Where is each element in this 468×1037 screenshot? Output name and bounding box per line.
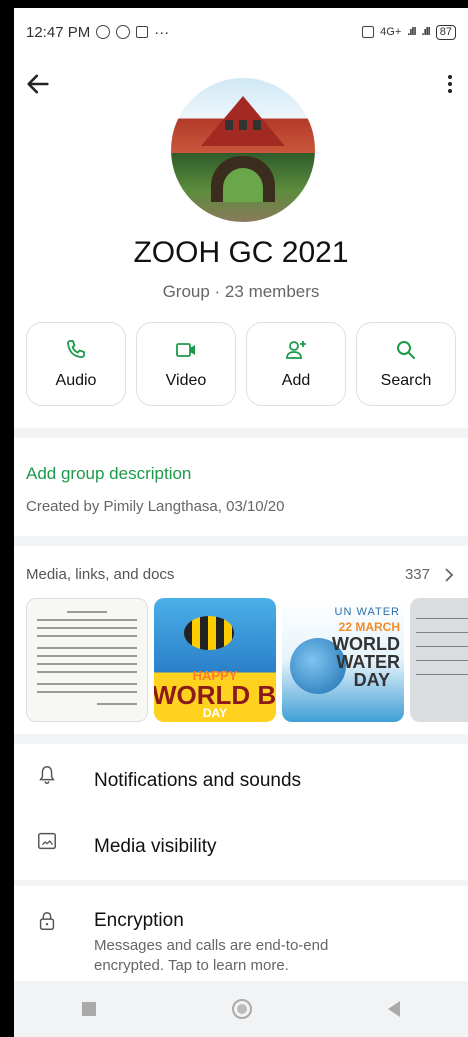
add-member-button[interactable]: Add	[246, 322, 346, 406]
phone-icon	[67, 340, 85, 358]
media-count: 337	[404, 566, 430, 583]
media-title: Media, links, and docs	[26, 566, 175, 583]
search-icon	[397, 341, 415, 359]
encryption-row[interactable]: Encryption Messages and calls are end-to…	[14, 906, 468, 978]
divider	[14, 734, 468, 744]
lock-icon	[39, 912, 55, 930]
thumb-text: UN WATER	[334, 606, 400, 618]
signal-2-icon: .ıll	[421, 26, 431, 38]
audio-label: Audio	[55, 372, 97, 389]
video-call-button[interactable]: Video	[136, 322, 236, 406]
play-status-icon	[116, 25, 131, 39]
battery-level: 87	[435, 24, 456, 40]
thumb-text: 22 MARCH	[338, 620, 400, 634]
back-nav-icon[interactable]	[388, 1001, 400, 1017]
bell-icon	[39, 766, 55, 784]
image-icon	[38, 832, 56, 850]
media-thumbnails: HAPPY WORLD BEE DAY UN WATER 22 MARCH WO…	[26, 598, 468, 722]
chevron-right-icon	[445, 567, 454, 582]
media-thumb-world-water-day[interactable]: UN WATER 22 MARCH WORLD WATER DAY	[282, 598, 404, 722]
add-label: Add	[281, 372, 311, 389]
video-label: Video	[165, 372, 207, 389]
add-person-icon	[286, 341, 306, 359]
media-visibility-label: Media visibility	[94, 836, 217, 857]
recents-icon[interactable]	[82, 1002, 96, 1016]
divider	[14, 428, 468, 438]
encryption-subtitle: Messages and calls are end-to-end encryp…	[94, 937, 329, 974]
message-status-icon	[136, 26, 149, 38]
media-visibility-row[interactable]: Media visibility	[14, 830, 468, 866]
signal-icon: .ıll	[407, 26, 416, 38]
video-icon	[176, 343, 195, 357]
group-member-count: Group · 23 members	[162, 282, 320, 301]
divider	[14, 536, 468, 546]
status-more: ···	[154, 23, 170, 41]
screen: 12:47 PM ··· 4G+ .ıll .ıll 87 ZOOH GC 20…	[14, 8, 468, 1037]
status-bar: 12:47 PM ··· 4G+ .ıll .ıll 87	[14, 8, 468, 56]
bee-image	[184, 616, 234, 650]
notifications-label: Notifications and sounds	[94, 770, 302, 791]
whatsapp-status-icon	[96, 25, 111, 39]
media-links-docs-header[interactable]: Media, links, and docs 337	[26, 566, 454, 583]
volte-icon	[362, 26, 375, 38]
audio-call-button[interactable]: Audio	[26, 322, 126, 406]
thumb-text: DAY	[353, 670, 390, 690]
more-options-icon[interactable]	[438, 70, 462, 98]
media-thumb-document[interactable]	[26, 598, 148, 722]
action-buttons: Audio Video Add Search	[26, 322, 468, 406]
divider	[14, 880, 468, 886]
created-by-text: Created by Pimily Langthasa, 03/10/20	[26, 498, 285, 515]
encryption-title: Encryption	[94, 910, 184, 931]
thumb-text: DAY	[202, 706, 228, 720]
system-nav-bar	[14, 981, 468, 1037]
network-type: 4G+	[380, 26, 402, 38]
search-button[interactable]: Search	[356, 322, 456, 406]
group-avatar[interactable]	[171, 78, 315, 222]
media-thumb-world-bee-day[interactable]: HAPPY WORLD BEE DAY	[154, 598, 276, 722]
search-label: Search	[380, 372, 432, 389]
status-time: 12:47 PM	[26, 23, 91, 41]
add-group-description-link[interactable]: Add group description	[26, 464, 191, 484]
group-name[interactable]: ZOOH GC 2021	[14, 236, 468, 270]
notifications-row[interactable]: Notifications and sounds	[14, 764, 468, 800]
home-icon[interactable]	[232, 999, 252, 1019]
back-arrow-icon[interactable]	[24, 70, 52, 98]
media-thumb-document-2[interactable]	[410, 598, 468, 722]
